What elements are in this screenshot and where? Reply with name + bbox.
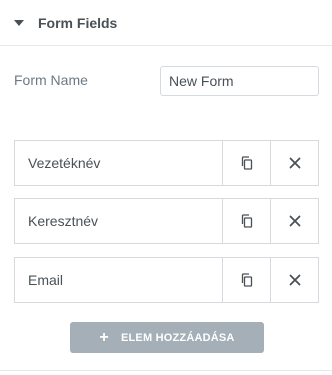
section-title: Form Fields: [38, 14, 118, 31]
form-name-input[interactable]: [160, 66, 319, 96]
close-icon: [289, 274, 300, 286]
plus-icon: +: [99, 328, 109, 346]
remove-button[interactable]: [270, 258, 318, 302]
close-icon: [289, 157, 300, 169]
duplicate-button[interactable]: [222, 199, 270, 243]
repeater-row: Email: [14, 257, 319, 303]
add-item-label: ELEM HOZZÁADÁSA: [120, 331, 235, 344]
copy-icon: [241, 156, 252, 170]
repeater-row-title[interactable]: Vezetéknév: [15, 141, 222, 185]
form-name-row: Form Name: [0, 66, 332, 96]
section-divider: [0, 370, 332, 371]
duplicate-button[interactable]: [222, 141, 270, 185]
form-name-label: Form Name: [14, 72, 88, 88]
remove-button[interactable]: [270, 199, 318, 243]
repeater-row-title[interactable]: Email: [15, 258, 222, 302]
duplicate-button[interactable]: [222, 258, 270, 302]
close-icon: [289, 215, 300, 227]
repeater-row-title[interactable]: Keresztnév: [15, 199, 222, 243]
copy-icon: [241, 214, 252, 228]
add-item-button[interactable]: + ELEM HOZZÁADÁSA: [70, 322, 264, 353]
section-header-form-fields[interactable]: Form Fields: [0, 0, 332, 46]
remove-button[interactable]: [270, 141, 318, 185]
repeater-row: Vezetéknév: [14, 140, 319, 186]
copy-icon: [241, 273, 252, 287]
caret-down-icon: [14, 19, 24, 26]
repeater-row: Keresztnév: [14, 198, 319, 244]
